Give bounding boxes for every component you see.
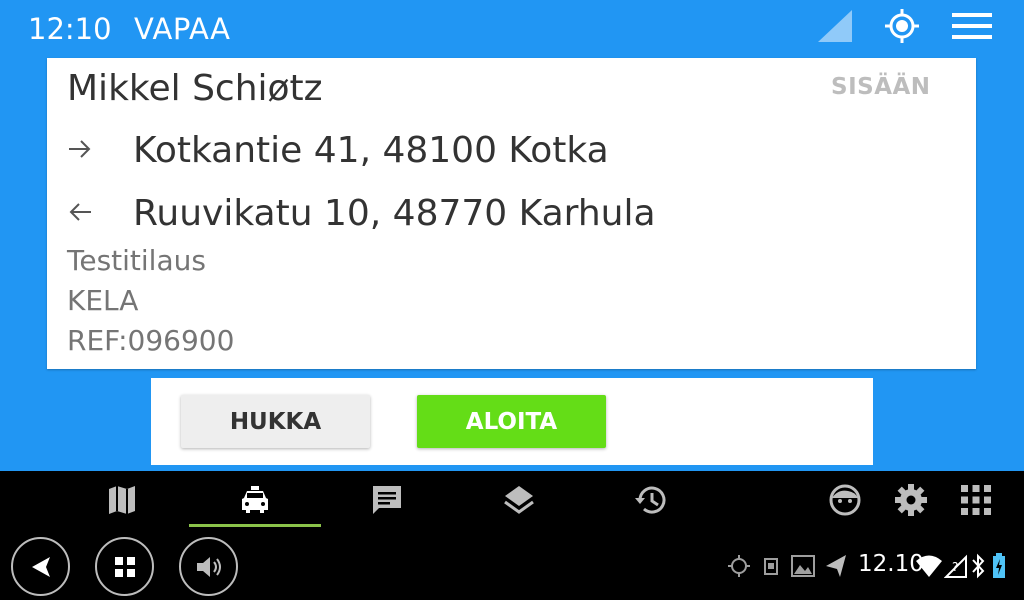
back-triangle-icon bbox=[31, 556, 50, 577]
clock-time: 12:10 bbox=[28, 12, 112, 46]
pickup-address: Kotkantie 41, 48100 Kotka bbox=[133, 130, 609, 171]
home-grid-icon bbox=[114, 556, 135, 577]
apps-grid-icon[interactable] bbox=[959, 483, 993, 517]
app-top-bar: 12:10 VAPAA bbox=[0, 0, 1024, 56]
sisaan-button[interactable]: SISÄÄN bbox=[831, 74, 931, 100]
message-icon bbox=[373, 486, 401, 514]
system-volume-button[interactable] bbox=[179, 537, 238, 596]
cell-signal-tray-icon: ? bbox=[944, 554, 967, 578]
arrow-left-icon bbox=[69, 203, 91, 221]
hamburger-menu-icon[interactable] bbox=[952, 11, 992, 41]
map-icon bbox=[109, 486, 135, 514]
arrow-right-icon bbox=[69, 140, 91, 158]
tab-messages[interactable] bbox=[321, 471, 453, 529]
system-home-button[interactable] bbox=[95, 537, 154, 596]
settings-gear-icon[interactable] bbox=[894, 483, 928, 517]
driver-status: VAPAA bbox=[134, 12, 231, 46]
history-icon bbox=[635, 486, 666, 514]
order-note: Testitilaus bbox=[67, 244, 206, 277]
aloita-button[interactable]: ALOITA bbox=[417, 395, 606, 448]
order-reference: REF:096900 bbox=[67, 324, 235, 357]
active-tab-indicator bbox=[189, 524, 321, 527]
gps-tray-icon bbox=[728, 555, 750, 577]
signal-strength-icon bbox=[818, 10, 852, 42]
system-back-button[interactable] bbox=[11, 537, 70, 596]
tab-layers[interactable] bbox=[453, 471, 585, 529]
volume-icon bbox=[196, 556, 221, 577]
bottom-nav-bar: 12.10 ? bbox=[0, 471, 1024, 600]
navigation-arrow-tray-icon bbox=[826, 555, 846, 577]
taxi-icon bbox=[242, 486, 268, 513]
tab-history[interactable] bbox=[585, 471, 717, 529]
sim-card-tray-icon bbox=[764, 558, 778, 575]
order-card: Mikkel Schiøtz SISÄÄN Kotkantie 41, 4810… bbox=[47, 58, 976, 369]
image-tray-icon bbox=[791, 555, 815, 577]
wifi-tray-icon bbox=[916, 555, 942, 577]
destination-address: Ruuvikatu 10, 48770 Karhula bbox=[133, 193, 656, 234]
customer-name: Mikkel Schiøtz bbox=[67, 68, 323, 109]
svg-text:?: ? bbox=[952, 560, 958, 574]
bluetooth-tray-icon bbox=[972, 553, 985, 579]
order-payer: KELA bbox=[67, 284, 139, 317]
hukka-button[interactable]: HUKKA bbox=[181, 395, 370, 448]
driver-face-icon[interactable] bbox=[828, 483, 862, 517]
layers-icon bbox=[504, 486, 534, 514]
battery-charging-tray-icon bbox=[993, 553, 1005, 578]
gps-location-icon[interactable] bbox=[884, 8, 920, 44]
action-panel: HUKKA ALOITA bbox=[151, 378, 873, 465]
tab-orders[interactable] bbox=[189, 471, 321, 529]
tab-map[interactable] bbox=[56, 471, 188, 529]
